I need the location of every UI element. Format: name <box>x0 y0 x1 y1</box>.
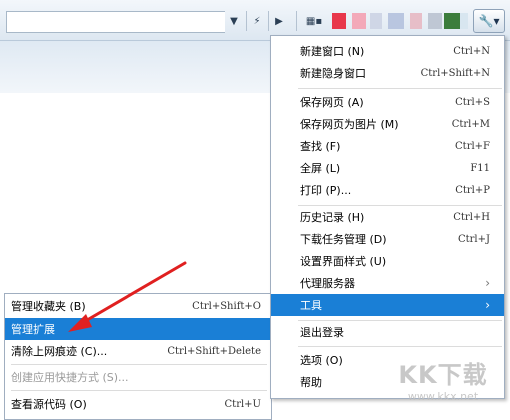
menu-item-label: 退出登录 <box>300 326 344 339</box>
menu-item-logout[interactable]: 退出登录 <box>271 321 504 343</box>
watermark-url: www.kkx.net <box>407 390 479 403</box>
menu-item-label: 历史记录 (H) <box>300 211 365 224</box>
submenu-item-view-source[interactable]: 查看源代码 (O) Ctrl+U <box>5 393 271 415</box>
annotation-arrow-icon <box>68 261 187 332</box>
menu-separator <box>298 346 502 347</box>
chevron-right-icon: › <box>485 298 490 312</box>
menu-item-shortcut: Ctrl+M <box>451 118 490 130</box>
menu-item-label: 查找 (F) <box>300 140 341 153</box>
menu-item-label: 全屏 (L) <box>300 162 341 175</box>
menu-item-shortcut: Ctrl+U <box>224 398 261 410</box>
menu-item-downloads[interactable]: 下载任务管理 (D) Ctrl+J <box>271 228 504 250</box>
submenu-item-create-shortcut: 创建应用快捷方式 (S)... <box>5 366 271 388</box>
menu-item-shortcut: Ctrl+Shift+O <box>192 300 261 312</box>
menu-item-label: 打印 (P)... <box>300 184 352 197</box>
watermark: KK下载 www.kkx.net <box>380 360 506 418</box>
menu-item-label: 工具 <box>300 299 322 312</box>
wrench-icon: 🔧▾ <box>478 14 500 28</box>
submenu-item-clear-history[interactable]: 清除上网痕迹 (C)... Ctrl+Shift+Delete <box>5 340 271 362</box>
menu-item-label: 清除上网痕迹 (C)... <box>11 345 108 358</box>
menu-item-shortcut: Ctrl+N <box>453 45 490 57</box>
lightning-icon[interactable]: ⚡ <box>246 11 267 31</box>
menu-item-shortcut: Ctrl+F <box>455 140 490 152</box>
menu-item-interface-style[interactable]: 设置界面样式 (U) <box>271 250 504 272</box>
menu-item-label: 保存网页为图片 (M) <box>300 118 399 131</box>
menu-item-tools[interactable]: 工具 › <box>271 294 504 316</box>
menu-item-label: 新建隐身窗口 <box>300 67 366 80</box>
address-bar[interactable] <box>6 11 225 33</box>
extensions-icon[interactable]: ▦▪ <box>296 11 331 31</box>
menu-item-label: 保存网页 (A) <box>300 96 364 109</box>
extension-icons-blurred <box>332 13 468 29</box>
menu-item-shortcut: Ctrl+Shift+N <box>420 67 490 79</box>
menu-item-proxy-server[interactable]: 代理服务器 › <box>271 272 504 294</box>
menu-item-shortcut: F11 <box>470 162 490 174</box>
menu-item-shortcut: Ctrl+H <box>453 211 490 223</box>
menu-item-fullscreen[interactable]: 全屏 (L) F11 <box>271 157 504 179</box>
menu-item-find[interactable]: 查找 (F) Ctrl+F <box>271 135 504 157</box>
menu-separator <box>11 364 267 365</box>
menu-item-shortcut: Ctrl+Shift+Delete <box>167 345 261 357</box>
menu-item-label: 下载任务管理 (D) <box>300 233 387 246</box>
menu-item-shortcut: Ctrl+P <box>455 184 490 196</box>
menu-item-save-page[interactable]: 保存网页 (A) Ctrl+S <box>271 91 504 113</box>
menu-item-label: 新建窗口 (N) <box>300 45 365 58</box>
menu-item-label: 设置界面样式 (U) <box>300 255 387 268</box>
menu-item-shortcut: Ctrl+S <box>455 96 490 108</box>
watermark-brand: KK下载 <box>398 361 488 389</box>
menu-item-new-window[interactable]: 新建窗口 (N) Ctrl+N <box>271 40 504 62</box>
menu-item-save-page-as-image[interactable]: 保存网页为图片 (M) Ctrl+M <box>271 113 504 135</box>
menu-item-new-incognito-window[interactable]: 新建隐身窗口 Ctrl+Shift+N <box>271 62 504 84</box>
menu-item-label: 查看源代码 (O) <box>11 398 87 411</box>
menu-item-label: 代理服务器 <box>300 277 355 290</box>
menu-item-label: 创建应用快捷方式 (S)... <box>11 371 129 384</box>
dropdown-arrow-icon[interactable]: ▼ <box>224 11 244 31</box>
chevron-right-icon: › <box>485 276 490 290</box>
menu-item-shortcut: Ctrl+J <box>457 233 490 245</box>
menu-item-history[interactable]: 历史记录 (H) Ctrl+H <box>271 206 504 228</box>
menu-separator <box>11 390 267 391</box>
wrench-menu-button[interactable]: 🔧▾ <box>473 9 505 33</box>
menu-item-print[interactable]: 打印 (P)... Ctrl+P <box>271 179 504 201</box>
menu-separator <box>298 88 502 89</box>
play-arrow-icon[interactable]: ▶ <box>268 11 289 31</box>
main-dropdown-menu: 新建窗口 (N) Ctrl+N 新建隐身窗口 Ctrl+Shift+N 保存网页… <box>270 35 505 399</box>
